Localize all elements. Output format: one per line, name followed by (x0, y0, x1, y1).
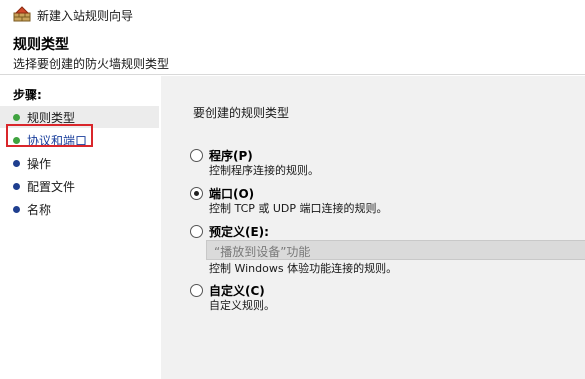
step-action[interactable]: 操作 (0, 152, 159, 174)
option-description: 控制 Windows 体验功能连接的规则。 (209, 262, 398, 275)
steps-sidebar: 步骤: 规则类型 协议和端口 操作 配置文件 名称 (0, 76, 159, 379)
predefined-value: “播放到设备”功能 (214, 245, 311, 259)
rule-type-panel: 要创建的规则类型 程序(P) 控制程序连接的规则。 端口(O) 控制 TCP 或… (161, 76, 585, 379)
page-subtitle: 选择要创建的防火墙规则类型 (13, 57, 170, 71)
predefined-dropdown[interactable]: “播放到设备”功能 (206, 240, 585, 260)
step-label: 操作 (27, 157, 52, 171)
radio-program[interactable] (190, 149, 203, 162)
step-name[interactable]: 名称 (0, 198, 159, 220)
content-heading: 要创建的规则类型 (193, 106, 290, 120)
step-highlight-box (6, 124, 93, 147)
title-bar: 新建入站规则向导 (0, 0, 585, 28)
step-profile[interactable]: 配置文件 (0, 175, 159, 197)
radio-custom[interactable] (190, 284, 203, 297)
step-status-dot-icon (13, 114, 20, 121)
wizard-window: 新建入站规则向导 规则类型 选择要创建的防火墙规则类型 步骤: 规则类型 协议和… (0, 0, 585, 379)
page-title: 规则类型 (13, 37, 69, 53)
window-title: 新建入站规则向导 (37, 9, 134, 23)
option-description: 控制程序连接的规则。 (209, 164, 319, 177)
step-label: 配置文件 (27, 180, 76, 194)
option-description: 控制 TCP 或 UDP 端口连接的规则。 (209, 202, 388, 215)
step-status-dot-icon (13, 206, 20, 213)
firewall-wizard-icon (13, 6, 31, 22)
step-status-dot-icon (13, 160, 20, 167)
radio-predefined[interactable] (190, 225, 203, 238)
wizard-header: 规则类型 选择要创建的防火墙规则类型 (0, 28, 585, 75)
radio-port[interactable] (190, 187, 203, 200)
step-status-dot-icon (13, 183, 20, 190)
steps-heading: 步骤: (13, 88, 42, 102)
option-description: 自定义规则。 (209, 299, 275, 312)
option-label: 预定义(E): (209, 225, 269, 239)
step-label: 名称 (27, 203, 52, 217)
